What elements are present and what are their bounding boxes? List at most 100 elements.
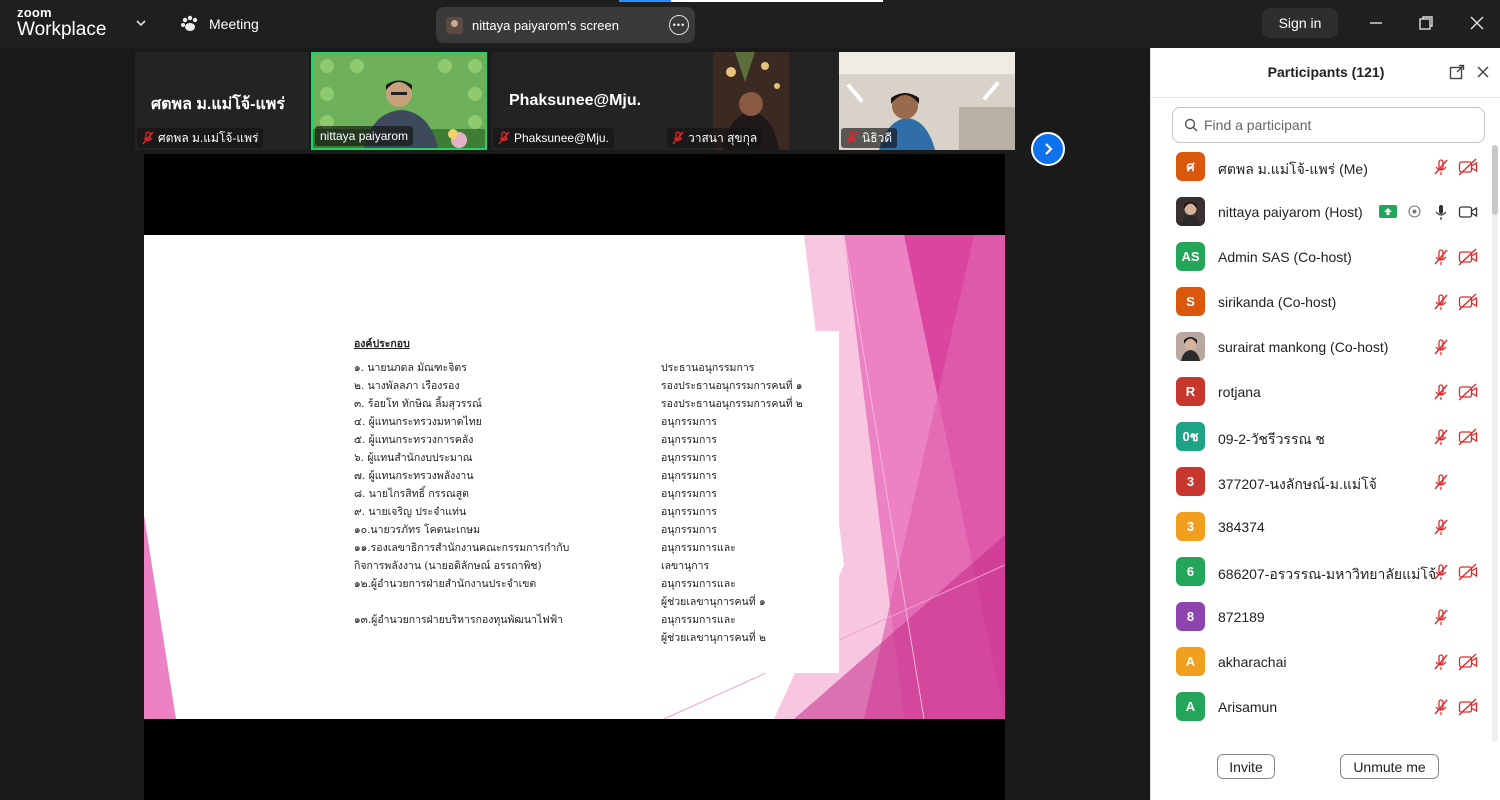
sharer-avatar	[446, 16, 463, 34]
scrollbar-thumb[interactable]	[1492, 145, 1498, 215]
camera-off-icon[interactable]	[1458, 428, 1478, 446]
camera-off-icon[interactable]	[1458, 383, 1478, 401]
member-role: อนุกรรมการ	[661, 434, 717, 446]
camera-icon[interactable]	[1458, 203, 1478, 221]
mic-muted-icon[interactable]	[1432, 338, 1450, 356]
member-name: ๙. นายเจริญ ประจำแท่น	[354, 506, 467, 518]
more-icon[interactable]: •••	[669, 15, 689, 35]
video-tile[interactable]: Phaksunee@Mju. Phaksunee@Mju.	[491, 52, 665, 150]
participant-row[interactable]: nittaya paiyarom (Host)	[1151, 190, 1491, 235]
member-name: ๑. นายนภดล มัณฑะจิตร	[354, 362, 467, 374]
camera-off-icon[interactable]	[1458, 248, 1478, 266]
member-name: ๑๓.ผู้อำนวยการฝ่ายบริหารกองทุนพัฒนาไฟฟ้า	[354, 614, 564, 626]
close-icon[interactable]	[1466, 12, 1488, 34]
participant-row[interactable]: Ssirikanda (Co-host)	[1151, 280, 1491, 325]
video-tile[interactable]: นิธิวดี	[839, 52, 1015, 150]
participant-row[interactable]: 6 686207-อรวรรณ-มหาวิทยาลัยแม่โจ้	[1151, 550, 1491, 595]
member-role: อนุกรรมการ	[661, 470, 717, 482]
mic-muted-icon[interactable]	[1432, 383, 1450, 401]
mic-muted-icon[interactable]	[1432, 698, 1450, 716]
tile-label: วาสนา สุขกุล	[667, 128, 763, 148]
avatar: 3	[1176, 467, 1205, 496]
mic-muted-icon[interactable]	[1432, 563, 1450, 581]
tile-name-large: ศตพล ม.แม่โจ้-แพร่	[151, 96, 285, 113]
participant-row[interactable]: AS Admin SAS (Co-host)	[1151, 235, 1491, 280]
video-tile-active[interactable]: nittaya paiyarom	[311, 52, 487, 150]
participant-row[interactable]: ศ ศตพล ม.แม่โจ้-แพร่ (Me)	[1151, 145, 1491, 190]
mic-muted-icon[interactable]	[1432, 293, 1450, 311]
pop-out-icon[interactable]	[1449, 64, 1465, 80]
participant-name: 384374	[1218, 519, 1265, 535]
sign-in-button[interactable]: Sign in	[1262, 8, 1338, 38]
mic-muted-icon[interactable]	[1432, 518, 1450, 536]
participant-row[interactable]: R rotjana	[1151, 370, 1491, 415]
member-role: อนุกรรมการ	[661, 452, 717, 464]
search-input[interactable]	[1204, 117, 1464, 133]
camera-off-icon[interactable]	[1458, 563, 1478, 581]
participant-name: Admin SAS (Co-host)	[1218, 249, 1352, 265]
participants-panel: Participants (121) ศ ศตพล ม.แม่โจ้-แพร่ (…	[1150, 48, 1500, 800]
next-page-button[interactable]	[1031, 132, 1065, 166]
minimize-icon[interactable]	[1365, 12, 1387, 34]
avatar: 6	[1176, 557, 1205, 586]
mic-muted-icon[interactable]	[1432, 473, 1450, 491]
close-panel-icon[interactable]	[1475, 64, 1491, 80]
avatar	[1176, 197, 1205, 226]
document-row: ๕. ผู้แทนกระทรวงการคลัง อนุกรรมการ	[354, 431, 717, 449]
shared-screen: องค์ประกอบ ๑. นายนภดล มัณฑะจิตร ประธานอนุ…	[144, 154, 1005, 800]
mic-muted-icon	[846, 131, 858, 145]
member-role: รองประธานอนุกรรมการคนที่ ๑	[661, 380, 803, 392]
participant-row[interactable]: 8 872189	[1151, 595, 1491, 640]
video-tile[interactable]: วาสนา สุขกุล	[665, 52, 839, 150]
mic-muted-icon[interactable]	[1432, 248, 1450, 266]
mic-icon[interactable]	[1432, 203, 1450, 221]
participant-row[interactable]: 3 384374	[1151, 505, 1491, 550]
scrollbar-track[interactable]	[1492, 145, 1498, 742]
participant-row[interactable]: surairat mankong (Co-host)	[1151, 325, 1491, 370]
restore-icon[interactable]	[1415, 12, 1437, 34]
video-tile[interactable]: ศตพล ม.แม่โจ้-แพร่ ศตพล ม.แม่โจ้-แพร่	[135, 52, 309, 150]
member-name: ๒. นางพัลลภา เรืองรอง	[354, 380, 460, 392]
member-role: อนุกรรมการและ	[661, 578, 736, 590]
avatar: ศ	[1176, 152, 1205, 181]
avatar	[1176, 332, 1205, 361]
mic-muted-icon	[142, 131, 154, 145]
member-role: อนุกรรมการและ	[661, 614, 736, 626]
chevron-right-icon	[1045, 143, 1053, 155]
tile-name-large: Phaksunee@Mju.	[509, 92, 642, 109]
mic-muted-icon[interactable]	[1432, 653, 1450, 671]
participant-name: nittaya paiyarom (Host)	[1218, 204, 1363, 220]
unmute-me-button[interactable]: Unmute me	[1340, 754, 1439, 779]
participant-row[interactable]: 0ช 09-2-วัชรีวรรณ ช	[1151, 415, 1491, 460]
avatar: 0ช	[1176, 422, 1205, 451]
member-role: อนุกรรมการ	[661, 524, 717, 536]
mic-muted-icon	[672, 131, 684, 145]
mic-muted-icon[interactable]	[1432, 608, 1450, 626]
member-role: เลขานุการ	[661, 560, 710, 572]
participant-search[interactable]	[1172, 107, 1485, 143]
chevron-down-icon[interactable]	[134, 16, 148, 30]
document-row: ๑. นายนภดล มัณฑะจิตร ประธานอนุกรรมการ	[354, 359, 754, 377]
member-role: อนุกรรมการ	[661, 506, 717, 518]
mic-muted-icon[interactable]	[1432, 428, 1450, 446]
participant-row[interactable]: 3 377207-นงลักษณ์-ม.แม่โจ้	[1151, 460, 1491, 505]
invite-button[interactable]: Invite	[1217, 754, 1275, 779]
participant-name: sirikanda (Co-host)	[1218, 294, 1337, 310]
mic-muted-icon[interactable]	[1432, 158, 1450, 176]
screen-share-pill[interactable]: nittaya paiyarom's screen •••	[436, 7, 695, 43]
camera-off-icon[interactable]	[1458, 653, 1478, 671]
meeting-tab[interactable]: Meeting	[180, 15, 259, 33]
camera-off-icon[interactable]	[1458, 698, 1478, 716]
avatar: R	[1176, 377, 1205, 406]
participant-row[interactable]: A Arisamun	[1151, 685, 1491, 730]
camera-off-icon[interactable]	[1458, 293, 1478, 311]
panel-header: Participants (121)	[1151, 48, 1500, 98]
participant-name: 377207-นงลักษณ์-ม.แม่โจ้	[1218, 476, 1377, 492]
camera-off-icon[interactable]	[1458, 158, 1478, 176]
record-icon	[1408, 205, 1421, 218]
participant-name: rotjana	[1218, 384, 1261, 400]
participant-row[interactable]: Aakharachai	[1151, 640, 1491, 685]
tile-label: Phaksunee@Mju.	[493, 128, 614, 148]
paw-icon	[181, 15, 198, 31]
member-name: ๑๐.นายวรภัทร โคตนะเกษม	[354, 524, 481, 536]
